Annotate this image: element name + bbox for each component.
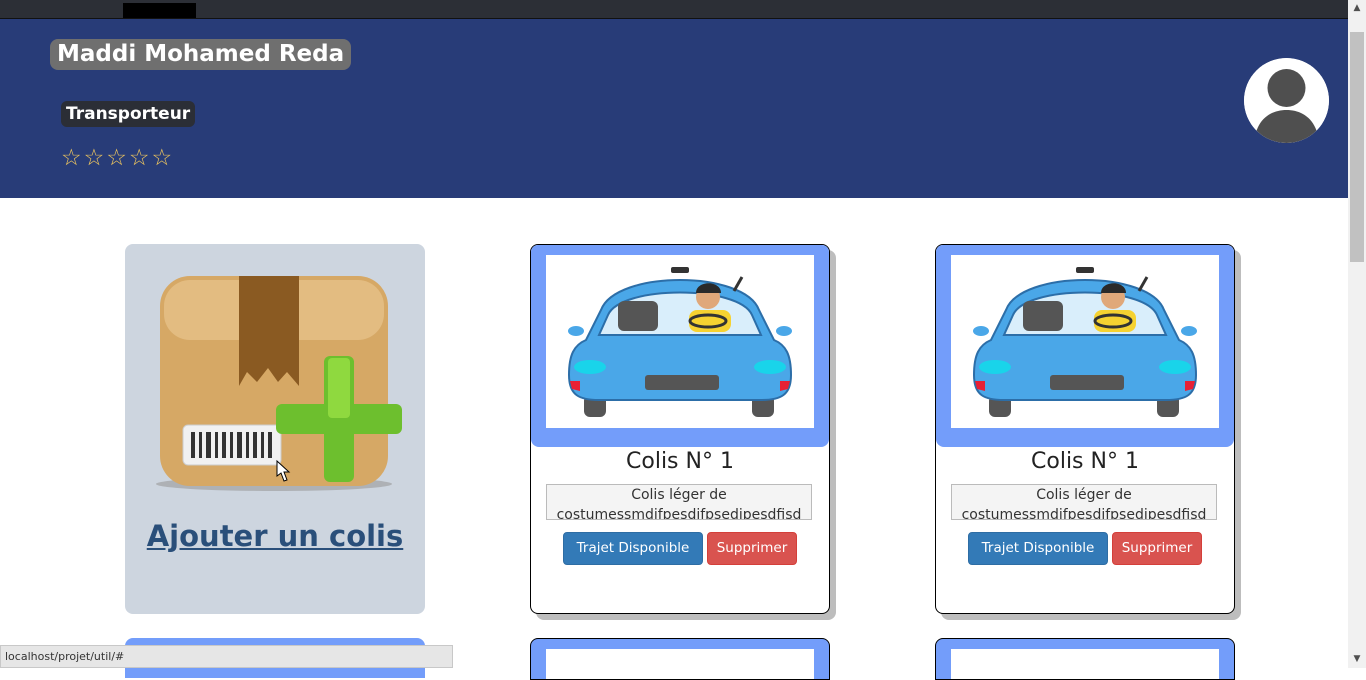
colis-card: Colis N° 1 Colis léger de costumessmdifp… <box>935 244 1235 614</box>
car-driver-icon <box>972 267 1198 417</box>
colis-description[interactable]: Colis léger de costumessmdifpesdifpsedip… <box>951 484 1217 520</box>
colis-description[interactable]: Colis léger de costumessmdifpesdifpsedip… <box>546 484 812 520</box>
colis-title: Colis N° 1 <box>626 449 734 474</box>
status-bar-url: localhost/projet/util/# <box>0 645 453 668</box>
colis-image-frame <box>951 649 1219 679</box>
trajet-disponible-button[interactable]: Trajet Disponible <box>563 532 703 565</box>
user-name: Maddi Mohamed Reda <box>50 39 352 70</box>
colis-image-frame <box>546 649 814 679</box>
scrollbar-thumb[interactable] <box>1350 32 1364 262</box>
colis-image-frame <box>951 255 1219 428</box>
next-row-card <box>530 638 830 680</box>
browser-top-strip <box>0 0 1348 19</box>
package-add-icon <box>156 276 402 491</box>
colis-image-area <box>531 245 829 447</box>
tab-block[interactable] <box>123 3 196 18</box>
add-colis-card[interactable]: Ajouter un colis <box>125 244 425 614</box>
supprimer-button[interactable]: Supprimer <box>1112 532 1202 565</box>
colis-card: Colis N° 1 Colis léger de costumessmdifp… <box>530 244 830 614</box>
colis-title: Colis N° 1 <box>1031 449 1139 474</box>
scroll-down-icon[interactable]: ▼ <box>1348 651 1366 668</box>
avatar[interactable] <box>1244 58 1329 143</box>
colis-image-area <box>936 245 1234 447</box>
next-row-card <box>935 638 1235 680</box>
trajet-disponible-button[interactable]: Trajet Disponible <box>968 532 1108 565</box>
colis-image-frame <box>546 255 814 428</box>
user-silhouette-icon <box>1244 58 1329 143</box>
user-role-badge: Transporteur <box>61 101 196 127</box>
profile-header: Maddi Mohamed Reda Transporteur ☆☆☆☆☆ <box>0 19 1348 198</box>
scroll-up-icon[interactable]: ▲ <box>1348 0 1366 17</box>
add-colis-link[interactable]: Ajouter un colis <box>125 519 425 553</box>
rating-stars: ☆☆☆☆☆ <box>61 145 175 171</box>
car-driver-icon <box>567 267 793 417</box>
vertical-scrollbar[interactable]: ▲ ▼ <box>1348 0 1366 668</box>
supprimer-button[interactable]: Supprimer <box>707 532 797 565</box>
